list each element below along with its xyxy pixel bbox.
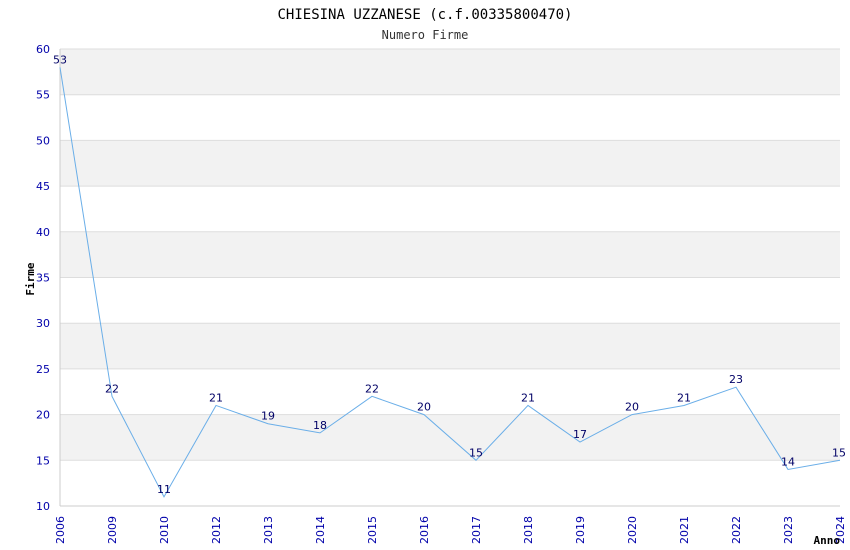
y-tick-label: 60 (36, 43, 50, 56)
plot-bands (60, 49, 840, 461)
y-tick-label: 10 (36, 500, 50, 513)
data-label: 22 (365, 382, 379, 395)
data-label: 18 (313, 419, 327, 432)
x-tick-label: 2016 (418, 516, 431, 544)
data-label: 15 (832, 446, 846, 459)
plot-band (60, 140, 840, 187)
data-label: 23 (729, 373, 743, 386)
data-label: 17 (573, 428, 587, 441)
x-tick-label: 2021 (678, 516, 691, 544)
data-label: 15 (469, 446, 483, 459)
data-label: 21 (521, 391, 535, 404)
y-tick-label: 50 (36, 134, 50, 147)
y-tick-labels: 10 15 20 25 30 35 40 45 50 55 60 (36, 43, 50, 513)
chart-title: CHIESINA UZZANESE (c.f.00335800470) (277, 7, 572, 23)
x-tick-label: 2014 (314, 516, 327, 544)
data-label: 20 (417, 401, 431, 414)
x-tick-label: 2018 (522, 516, 535, 544)
data-label: 22 (105, 382, 119, 395)
y-tick-label: 45 (36, 180, 50, 193)
data-label: 21 (677, 391, 691, 404)
y-tick-label: 30 (36, 317, 50, 330)
plot-band (60, 323, 840, 369)
x-tick-label: 2010 (158, 516, 171, 544)
x-tick-label: 2015 (366, 516, 379, 544)
chart-subtitle: Numero Firme (382, 28, 469, 42)
data-label: 21 (209, 391, 223, 404)
y-tick-label: 40 (36, 226, 50, 239)
line-chart: CHIESINA UZZANESE (c.f.00335800470) Nume… (24, 7, 847, 547)
x-tick-label: 2022 (730, 516, 743, 544)
x-tick-labels: 2006 2009 2010 2012 2013 2014 2015 2016 2017 2018… (54, 516, 847, 544)
y-tick-label: 20 (36, 409, 50, 422)
y-axis-label: Firme (24, 262, 37, 295)
data-label: 53 (53, 53, 67, 66)
y-tick-label: 25 (36, 363, 50, 376)
data-label: 14 (781, 455, 795, 468)
x-axis-label: Anno (814, 534, 841, 547)
data-label: 11 (157, 483, 171, 496)
x-tick-label: 2006 (54, 516, 67, 544)
data-label: 19 (261, 410, 275, 423)
y-tick-label: 35 (36, 272, 50, 285)
plot-band (60, 231, 840, 278)
x-tick-label: 2020 (626, 516, 639, 544)
x-tick-label: 2017 (470, 516, 483, 544)
x-tick-label: 2019 (574, 516, 587, 544)
x-tick-label: 2023 (782, 516, 795, 544)
x-tick-label: 2012 (210, 516, 223, 544)
plot-band (60, 49, 840, 95)
y-tick-label: 15 (36, 454, 50, 467)
data-label: 20 (625, 401, 639, 414)
x-tick-label: 2013 (262, 516, 275, 544)
y-tick-label: 55 (36, 89, 50, 102)
x-tick-label: 2009 (106, 516, 119, 544)
